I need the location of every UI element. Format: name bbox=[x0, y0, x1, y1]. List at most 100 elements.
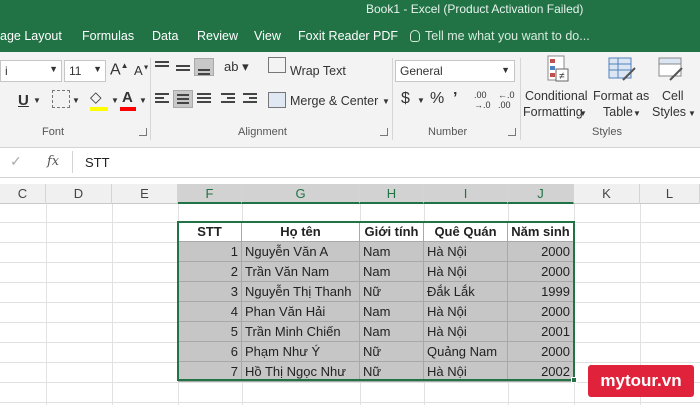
chevron-down-icon[interactable]: ▼ bbox=[111, 96, 119, 105]
table-cell[interactable]: Phạm Như Ý bbox=[242, 342, 360, 362]
percent-button[interactable]: % bbox=[430, 90, 444, 108]
table-cell[interactable]: 2000 bbox=[508, 342, 574, 362]
tab-view[interactable]: View bbox=[254, 29, 281, 43]
decrease-font-size-icon[interactable]: A▼ bbox=[134, 63, 150, 78]
alignment-dialog-launcher-icon[interactable] bbox=[380, 128, 388, 136]
font-color-icon[interactable]: A bbox=[122, 89, 133, 106]
table-cell[interactable]: Phan Văn Hải bbox=[242, 302, 360, 322]
tab-review[interactable]: Review bbox=[197, 29, 238, 43]
align-center-icon[interactable] bbox=[173, 90, 193, 108]
increase-decimal-button[interactable]: .00 →.0 bbox=[474, 90, 494, 110]
currency-button[interactable]: $ bbox=[401, 90, 410, 108]
table-cell[interactable]: 2000 bbox=[508, 302, 574, 322]
column-header-e[interactable]: E bbox=[112, 184, 178, 204]
column-header-l[interactable]: L bbox=[640, 184, 700, 204]
table-cell[interactable]: 3 bbox=[178, 282, 242, 302]
merge-center-button[interactable]: Merge & Center bbox=[290, 94, 378, 108]
chevron-down-icon: ▼ bbox=[93, 64, 102, 74]
table-cell[interactable]: 2000 bbox=[508, 262, 574, 282]
column-header-k[interactable]: K bbox=[574, 184, 640, 204]
column-header-i[interactable]: I bbox=[424, 184, 508, 204]
column-header-f[interactable]: F bbox=[178, 184, 242, 204]
decrease-decimal-button[interactable]: ←.0 .00 bbox=[498, 90, 518, 110]
styles-group-label: Styles bbox=[592, 126, 622, 138]
borders-icon[interactable] bbox=[52, 90, 70, 108]
column-header-h[interactable]: H bbox=[360, 184, 424, 204]
table-cell[interactable]: Hà Nội bbox=[424, 262, 508, 282]
conditional-formatting-line1: Conditional bbox=[525, 89, 588, 103]
fill-handle[interactable] bbox=[571, 377, 577, 383]
table-cell[interactable]: 4 bbox=[178, 302, 242, 322]
column-headers: C D E F G H I J K L bbox=[0, 184, 700, 204]
decrease-indent-icon[interactable] bbox=[218, 90, 238, 108]
wrap-text-button[interactable]: Wrap Text bbox=[290, 64, 346, 78]
column-header-j[interactable]: J bbox=[508, 184, 574, 204]
fill-color-icon[interactable]: ◇ bbox=[90, 88, 102, 106]
table-cell[interactable]: Nam bbox=[360, 242, 424, 262]
table-cell[interactable]: 2000 bbox=[508, 242, 574, 262]
tab-page-layout[interactable]: age Layout bbox=[0, 29, 62, 43]
table-cell[interactable]: Nữ bbox=[360, 282, 424, 302]
orientation-icon[interactable]: ab ▾ bbox=[224, 59, 249, 75]
table-cell[interactable]: Nữ bbox=[360, 362, 424, 382]
table-cell[interactable]: Trần Văn Nam bbox=[242, 262, 360, 282]
table-cell[interactable]: Hà Nội bbox=[424, 242, 508, 262]
chevron-down-icon[interactable]: ▼ bbox=[417, 96, 425, 105]
column-header-c[interactable]: C bbox=[0, 184, 46, 204]
table-header-stt[interactable]: STT bbox=[178, 222, 242, 242]
cancel-edit-icon[interactable]: ✓ bbox=[10, 153, 22, 170]
column-header-g[interactable]: G bbox=[242, 184, 360, 204]
table-cell[interactable]: 6 bbox=[178, 342, 242, 362]
align-right-icon[interactable] bbox=[194, 90, 214, 108]
table-cell[interactable]: Hồ Thị Ngọc Như bbox=[242, 362, 360, 382]
comma-style-button[interactable]: ’ bbox=[453, 90, 457, 108]
middle-align-icon[interactable] bbox=[173, 58, 193, 76]
number-format-select[interactable]: General ▼ bbox=[395, 60, 515, 82]
table-cell[interactable]: Nam bbox=[360, 322, 424, 342]
table-cell[interactable]: Nguyễn Văn A bbox=[242, 242, 360, 262]
tab-data[interactable]: Data bbox=[152, 29, 178, 43]
table-cell[interactable]: Quảng Nam bbox=[424, 342, 508, 362]
tell-me-search[interactable]: Tell me what you want to do... bbox=[410, 29, 590, 43]
table-cell[interactable]: Nữ bbox=[360, 342, 424, 362]
bottom-align-icon[interactable] bbox=[194, 58, 214, 76]
chevron-down-icon[interactable]: ▼ bbox=[382, 97, 390, 106]
tell-me-text: Tell me what you want to do... bbox=[425, 29, 590, 43]
table-cell[interactable]: Trần Minh Chiến bbox=[242, 322, 360, 342]
font-dialog-launcher-icon[interactable] bbox=[139, 128, 147, 136]
formula-input[interactable] bbox=[72, 151, 692, 173]
table-cell[interactable]: Hà Nội bbox=[424, 322, 508, 342]
table-cell[interactable]: 5 bbox=[178, 322, 242, 342]
table-cell[interactable]: 1 bbox=[178, 242, 242, 262]
table-cell[interactable]: 2 bbox=[178, 262, 242, 282]
chevron-down-icon[interactable]: ▼ bbox=[33, 96, 41, 105]
table-cell[interactable]: 1999 bbox=[508, 282, 574, 302]
table-header-ho-ten[interactable]: Họ tên bbox=[242, 222, 360, 242]
table-cell[interactable]: Nam bbox=[360, 302, 424, 322]
chevron-down-icon[interactable]: ▼ bbox=[139, 96, 147, 105]
chevron-down-icon[interactable]: ▼ bbox=[72, 96, 80, 105]
tab-foxit-reader-pdf[interactable]: Foxit Reader PDF bbox=[298, 29, 398, 43]
tab-formulas[interactable]: Formulas bbox=[82, 29, 134, 43]
table-cell[interactable]: 2001 bbox=[508, 322, 574, 342]
underline-icon[interactable]: U bbox=[18, 92, 29, 109]
table-cell[interactable]: Đắk Lắk bbox=[424, 282, 508, 302]
align-left-icon[interactable] bbox=[152, 90, 172, 108]
column-header-d[interactable]: D bbox=[46, 184, 112, 204]
table-cell[interactable]: 7 bbox=[178, 362, 242, 382]
font-size-box[interactable]: 11 ▼ bbox=[64, 60, 106, 82]
table-cell[interactable]: 2002 bbox=[508, 362, 574, 382]
increase-indent-icon[interactable] bbox=[240, 90, 260, 108]
table-header-que-quan[interactable]: Quê Quán bbox=[424, 222, 508, 242]
table-cell[interactable]: Hà Nội bbox=[424, 302, 508, 322]
top-align-icon[interactable] bbox=[152, 58, 172, 76]
table-header-gioi-tinh[interactable]: Giới tính bbox=[360, 222, 424, 242]
table-header-nam-sinh[interactable]: Năm sinh bbox=[508, 222, 574, 242]
table-cell[interactable]: Nguyễn Thị Thanh bbox=[242, 282, 360, 302]
font-name-box[interactable]: i ▼ bbox=[0, 60, 62, 82]
table-cell[interactable]: Nam bbox=[360, 262, 424, 282]
insert-function-button[interactable]: fx bbox=[47, 154, 59, 169]
number-dialog-launcher-icon[interactable] bbox=[508, 128, 516, 136]
increase-font-size-icon[interactable]: A▲ bbox=[110, 61, 129, 79]
table-cell[interactable]: Hà Nội bbox=[424, 362, 508, 382]
